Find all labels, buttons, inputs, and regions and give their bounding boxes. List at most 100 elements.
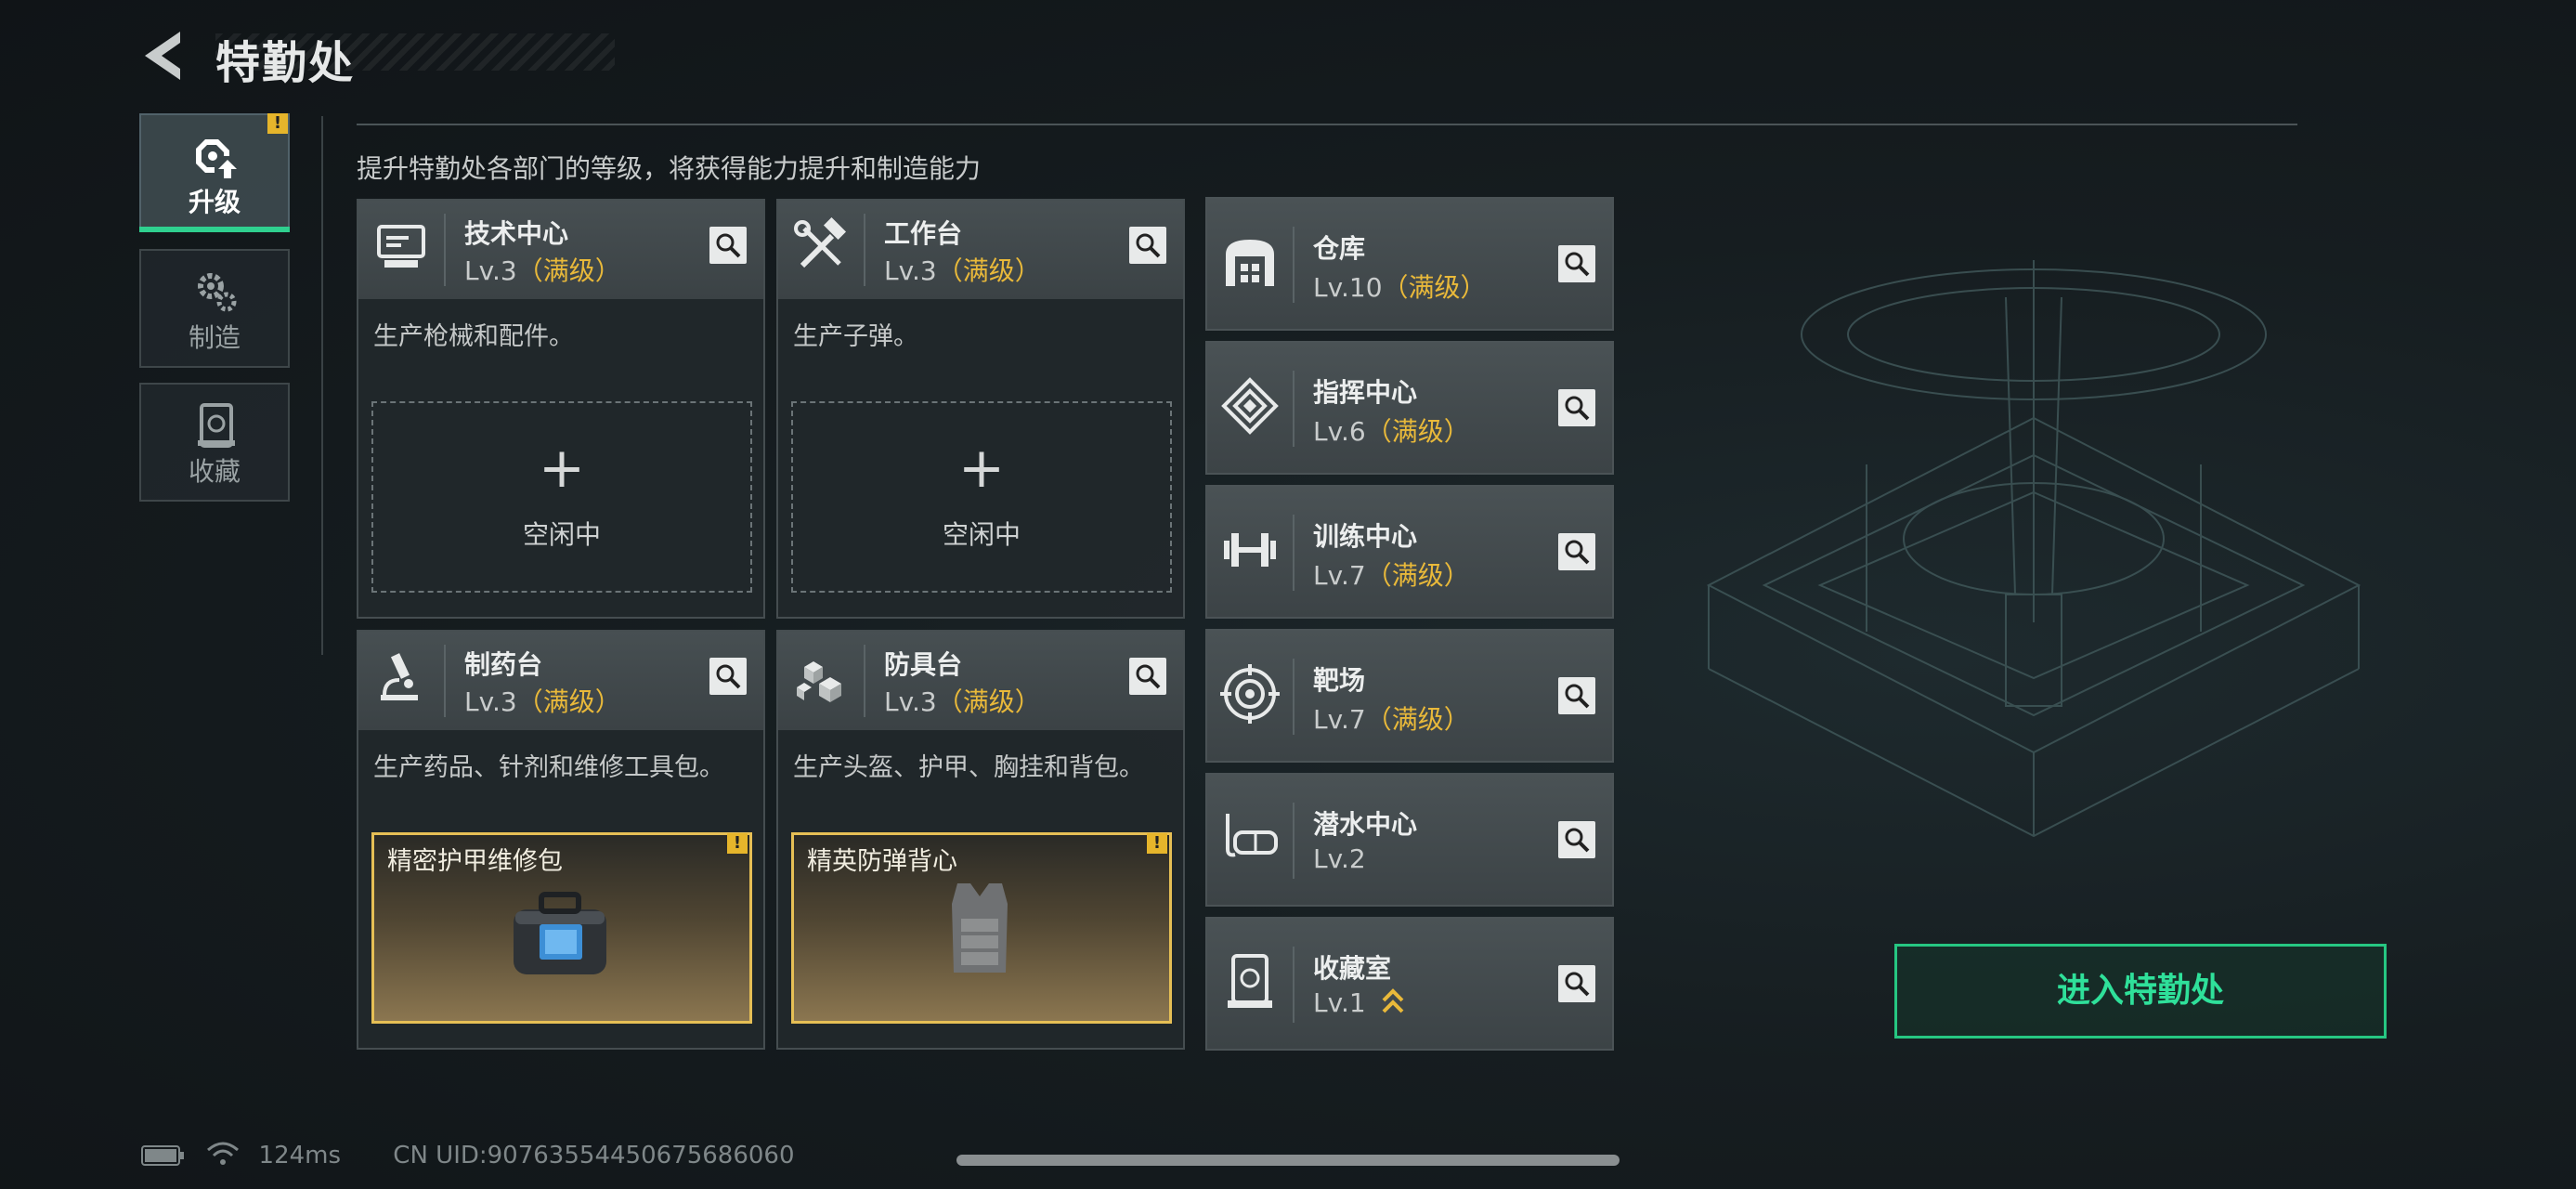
search-icon [716, 664, 741, 689]
gears-icon [198, 273, 237, 312]
card-divider [1293, 515, 1295, 591]
dept-description: 生产枪械和配件。 [373, 322, 574, 351]
diving-mask-icon [1226, 814, 1278, 857]
card-divider [1293, 947, 1295, 1023]
target-icon [1220, 664, 1280, 724]
facility-diving-center[interactable]: 潜水中心 Lv.2 [1205, 773, 1614, 907]
warehouse-icon [1226, 240, 1274, 286]
facility-collection-room[interactable]: 收藏室 Lv.1 [1205, 917, 1614, 1051]
inspect-button[interactable] [1558, 965, 1595, 1002]
computer-icon [377, 225, 425, 268]
wifi-icon [207, 1142, 240, 1165]
facility-level: Lv.2 [1313, 843, 1366, 874]
facility-level: Lv.7（满级） [1313, 704, 1470, 735]
page-subtitle: 提升特勤处各部门的等级，将获得能力提升和制造能力 [357, 153, 982, 184]
dept-description: 生产头盔、护甲、胸挂和背包。 [793, 753, 1144, 782]
facility-command-center[interactable]: 指挥中心 Lv.6（满级） [1205, 341, 1614, 475]
page-title: 特勤处 [215, 37, 356, 89]
card-divider [444, 214, 446, 286]
microscope-icon [381, 653, 418, 700]
alert-badge: ! [727, 833, 748, 854]
status-bar: 124ms CN UID:90763554450675686060 [141, 1141, 794, 1169]
inspect-button[interactable] [1558, 533, 1595, 570]
home-indicator[interactable] [956, 1155, 1620, 1166]
tab-label: 制造 [188, 322, 241, 353]
search-icon [716, 233, 741, 258]
inspect-button[interactable] [1558, 245, 1595, 282]
ping-value: 124ms [258, 1142, 342, 1169]
facility-level: Lv.6（满级） [1313, 416, 1470, 447]
slot-status: 空闲中 [942, 519, 1021, 550]
vest-icon [952, 883, 1008, 973]
dept-card-armor[interactable]: 防具台 Lv.3（满级） 生产头盔、护甲、胸挂和背包。 精英防弹背心 ! [776, 630, 1185, 1050]
card-divider [1293, 803, 1295, 879]
upgrade-available-icon [1382, 988, 1404, 1013]
battery-icon [141, 1145, 184, 1166]
chevron-left-icon [145, 32, 180, 80]
dept-description: 生产药品、针剂和维修工具包。 [373, 753, 724, 782]
repair-kit-icon [514, 892, 606, 974]
production-slot-item[interactable]: 精密护甲维修包 ! [371, 832, 752, 1024]
inspect-button[interactable] [709, 227, 747, 264]
dept-level: Lv.3（满级） [884, 255, 1041, 286]
tab-collection[interactable]: 收藏 [139, 383, 290, 502]
card-divider [1293, 371, 1295, 447]
facility-level: Lv.1 [1313, 987, 1404, 1018]
search-icon [1136, 664, 1161, 689]
product-name: 精英防弹背心 [807, 847, 957, 876]
production-slot-empty[interactable]: + 空闲中 [791, 401, 1172, 593]
search-icon [1565, 396, 1590, 421]
facility-name: 潜水中心 [1313, 809, 1418, 840]
facility-training-center[interactable]: 训练中心 Lv.7（满级） [1205, 485, 1614, 619]
dept-level: Lv.3（满级） [884, 686, 1041, 717]
side-divider [321, 116, 323, 655]
facility-name: 靶场 [1313, 665, 1366, 696]
production-slot-item[interactable]: 精英防弹背心 ! [791, 832, 1172, 1024]
facility-level: Lv.7（满级） [1313, 560, 1470, 591]
alert-badge: ! [1147, 833, 1167, 854]
search-icon [1565, 252, 1590, 277]
tab-label: 升级 [188, 187, 241, 217]
active-tab-indicator [139, 227, 290, 232]
dept-card-workbench[interactable]: 工作台 Lv.3（满级） 生产子弹。 + 空闲中 [776, 199, 1185, 619]
dept-card-tech-center[interactable]: 技术中心 Lv.3（满级） 生产枪械和配件。 + 空闲中 [357, 199, 765, 619]
inspect-button[interactable] [1558, 821, 1595, 858]
collection-icon [198, 403, 235, 448]
card-divider [1293, 659, 1295, 735]
upgrade-icon [196, 139, 237, 178]
tools-icon [794, 217, 847, 268]
enter-base-button[interactable]: 进入特勤处 [1894, 944, 2387, 1039]
dumbbell-icon [1224, 533, 1276, 567]
inspect-button[interactable] [1558, 677, 1595, 714]
dept-name: 防具台 [884, 649, 963, 680]
facility-name: 训练中心 [1313, 521, 1418, 552]
search-icon [1565, 540, 1590, 565]
dept-name: 制药台 [464, 649, 543, 680]
facility-shooting-range[interactable]: 靶场 Lv.7（满级） [1205, 629, 1614, 763]
dept-description: 生产子弹。 [793, 322, 918, 351]
player-uid: CN UID:90763554450675686060 [393, 1142, 795, 1169]
plus-icon: + [538, 436, 586, 501]
tab-craft[interactable]: 制造 [139, 249, 290, 368]
card-divider [864, 645, 865, 717]
facility-name: 仓库 [1313, 233, 1366, 264]
tab-upgrade[interactable]: 升级 ! [139, 113, 290, 232]
slot-status: 空闲中 [522, 519, 601, 550]
dept-card-pharmacy[interactable]: 制药台 Lv.3（满级） 生产药品、针剂和维修工具包。 精密护甲维修包 ! [357, 630, 765, 1050]
back-button[interactable] [139, 28, 195, 84]
inspect-button[interactable] [1558, 389, 1595, 426]
dept-level: Lv.3（满级） [464, 255, 621, 286]
production-slot-empty[interactable]: + 空闲中 [371, 401, 752, 593]
inspect-button[interactable] [1129, 658, 1166, 695]
facility-name: 指挥中心 [1313, 377, 1418, 408]
inspect-button[interactable] [1129, 227, 1166, 264]
base-blueprint-illustration [1706, 260, 2361, 838]
search-icon [1565, 972, 1590, 997]
collection-icon [1228, 954, 1272, 1008]
facility-warehouse[interactable]: 仓库 Lv.10（满级） [1205, 197, 1614, 331]
inspect-button[interactable] [709, 658, 747, 695]
search-icon [1565, 828, 1590, 853]
cubes-icon [797, 661, 841, 702]
card-divider [444, 645, 446, 717]
search-icon [1565, 684, 1590, 709]
